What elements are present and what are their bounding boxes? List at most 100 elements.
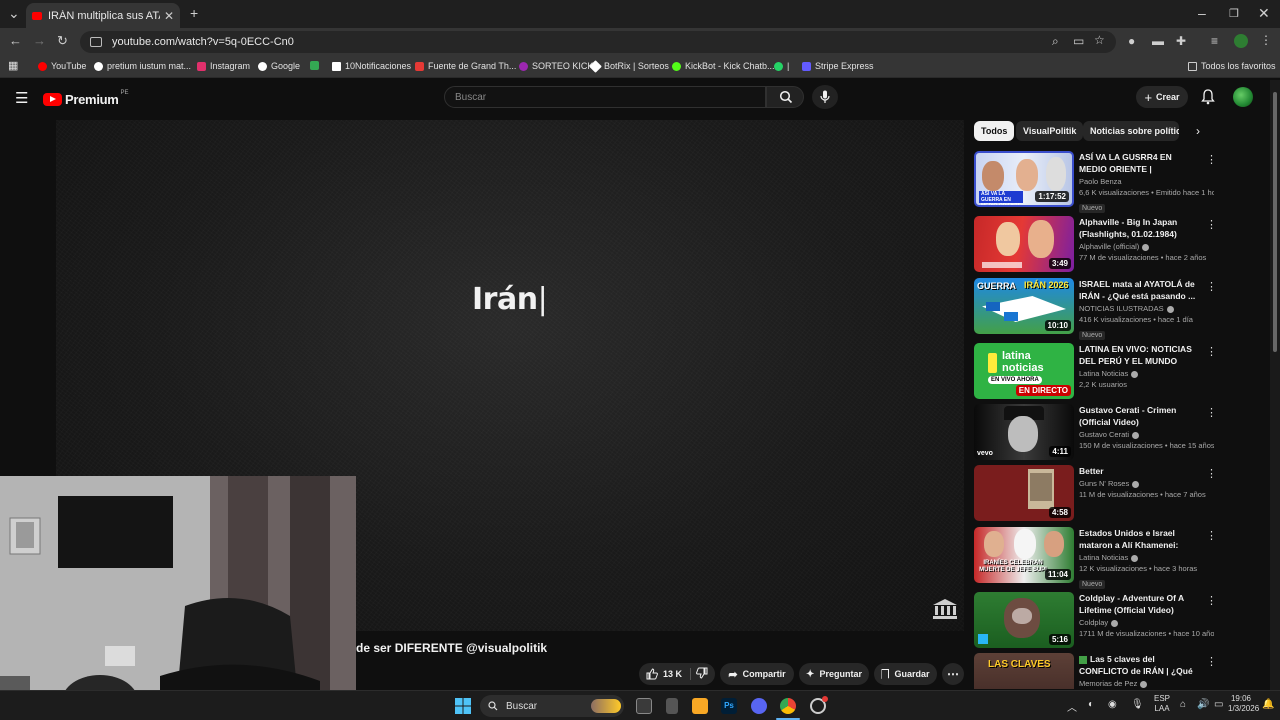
channel-name[interactable]: Memorias de Pez — [1079, 679, 1201, 688]
create-button[interactable]: + Crear — [1136, 86, 1188, 108]
more-options-icon[interactable]: ⋮ — [1206, 345, 1217, 358]
video-thumbnail[interactable]: 4:58 — [974, 465, 1074, 521]
bookmark-star-icon[interactable]: ☆ — [1094, 33, 1105, 47]
video-thumbnail[interactable]: 5:16 — [974, 592, 1074, 648]
account-avatar[interactable] — [1233, 87, 1253, 107]
app-icon[interactable] — [666, 698, 678, 714]
channel-name[interactable]: Alphaville (official) — [1079, 242, 1201, 251]
video-thumbnail[interactable]: vevo 4:11 — [974, 404, 1074, 460]
more-options-icon[interactable]: ⋮ — [1206, 406, 1217, 419]
recommendation-item[interactable]: latina noticias EN VIVO AHORA EN DIRECTO … — [974, 343, 1270, 401]
recommendation-item[interactable]: 3:49 Alphaville - Big In Japan (Flashlig… — [974, 216, 1270, 274]
channel-name[interactable]: Gustavo Cerati — [1079, 430, 1201, 439]
site-info-icon[interactable] — [90, 37, 102, 47]
bookmark-item[interactable]: SORTEO KICK — [519, 61, 593, 71]
new-tab-icon[interactable]: + — [190, 5, 198, 21]
bookmark-item[interactable]: 10Notificaciones — [332, 61, 411, 71]
zoom-icon[interactable]: ⌕ — [1052, 34, 1059, 49]
bookmark-item[interactable]: KickBot - Kick Chatb... — [672, 61, 775, 71]
bookmark-item[interactable]: YouTube — [38, 61, 86, 71]
ask-button[interactable]: ✦ Preguntar — [799, 663, 869, 685]
channel-name[interactable]: Guns N' Roses — [1079, 479, 1201, 488]
puzzle-icon[interactable]: ✚ — [1176, 34, 1186, 48]
network-icon[interactable]: ⌂ — [1180, 699, 1186, 710]
recommendation-item[interactable]: vevo 4:11 Gustavo Cerati - Crimen (Offic… — [974, 404, 1270, 462]
save-button[interactable]: Guardar — [874, 663, 937, 685]
cast-icon[interactable]: ▭ — [1073, 34, 1084, 48]
tray-app-icon[interactable]: ◐ — [1088, 699, 1094, 710]
bookmark-item[interactable]: Stripe Express — [802, 61, 874, 71]
video-thumbnail[interactable]: 3:49 — [974, 216, 1074, 272]
recommendation-item[interactable]: 4:58 Better Guns N' Roses 11 M de visual… — [974, 465, 1270, 523]
like-button[interactable]: 13 K — [646, 668, 691, 680]
taskbar-search[interactable]: Buscar — [480, 695, 624, 717]
language-indicator[interactable]: ESP LAA — [1154, 694, 1170, 714]
back-icon[interactable]: ← — [9, 33, 22, 48]
search-input[interactable]: Buscar — [444, 86, 766, 108]
video-thumbnail[interactable]: ASÍ VA LA GUERRA EN MEDIO ORIENTE 1:17:5… — [974, 151, 1074, 207]
tray-app-icon[interactable]: ◉ — [1108, 699, 1117, 710]
more-options-icon[interactable]: ⋮ — [1206, 280, 1217, 293]
channel-name[interactable]: Latina Noticias — [1079, 369, 1201, 378]
windows-start-icon[interactable] — [455, 698, 471, 714]
more-options-icon[interactable]: ⋮ — [1206, 218, 1217, 231]
more-options-icon[interactable]: ⋮ — [1206, 467, 1217, 480]
search-button[interactable] — [766, 86, 804, 108]
discord-icon[interactable] — [751, 698, 767, 714]
more-options-icon[interactable]: ⋮ — [1206, 529, 1217, 542]
file-explorer-icon[interactable] — [692, 698, 708, 714]
video-thumbnail[interactable]: GUERRA IRÁN 2026 10:10 — [974, 278, 1074, 334]
photoshop-icon[interactable]: Ps — [721, 698, 737, 714]
scrollbar-thumb[interactable] — [1273, 92, 1277, 352]
recommendation-item[interactable]: 5:16 Coldplay - Adventure Of A Lifetime … — [974, 592, 1270, 650]
channel-name[interactable]: Latina Noticias — [1079, 553, 1201, 562]
notifications-icon[interactable]: 🔔 — [1262, 699, 1274, 710]
youtube-logo[interactable]: Premium PE — [43, 90, 129, 107]
extension-icon[interactable]: ● — [1128, 34, 1135, 48]
more-options-icon[interactable]: ⋮ — [1206, 594, 1217, 607]
bookmark-item[interactable]: Instagram — [197, 61, 250, 71]
dislike-button[interactable] — [696, 667, 708, 681]
channel-name[interactable]: Coldplay — [1079, 618, 1201, 627]
notifications-bell-icon[interactable] — [1201, 89, 1215, 105]
bookmark-item[interactable]: Google — [258, 61, 300, 71]
battery-icon[interactable]: ▭ — [1214, 699, 1223, 710]
menu-icon[interactable]: ☰ — [15, 89, 28, 107]
share-button[interactable]: ➦ Compartir — [720, 663, 794, 685]
voice-search-button[interactable] — [812, 85, 838, 109]
chevron-right-icon[interactable]: › — [1196, 124, 1200, 138]
chip-visualpolitik[interactable]: VisualPolitik — [1016, 121, 1084, 141]
window-close-icon[interactable]: ✕ — [1258, 5, 1270, 22]
apps-icon[interactable]: ▦ — [8, 59, 18, 72]
minimize-icon[interactable]: – — [1198, 5, 1206, 21]
clock[interactable]: 19:06 1/3/2026 — [1228, 694, 1259, 714]
profile-avatar[interactable] — [1234, 34, 1248, 48]
task-view-icon[interactable] — [636, 698, 652, 714]
bookmark-item[interactable] — [310, 61, 323, 70]
channel-watermark-icon[interactable] — [932, 598, 958, 620]
extension-icon[interactable]: ▬ — [1152, 34, 1164, 48]
page-scrollbar[interactable] — [1270, 80, 1280, 690]
bookmark-item[interactable]: | — [774, 61, 789, 71]
recommendation-item[interactable]: GUERRA IRÁN 2026 10:10 ISRAEL mata al AY… — [974, 278, 1270, 340]
browser-menu-icon[interactable]: ⋮ — [1260, 33, 1272, 47]
close-tab-icon[interactable]: ✕ — [164, 9, 174, 23]
url-bar[interactable]: youtube.com/watch?v=5q-0ECC-Cn0 — [80, 31, 1116, 53]
more-options-icon[interactable]: ⋮ — [1206, 153, 1217, 166]
chip-noticias-politica[interactable]: Noticias sobre política — [1083, 121, 1179, 141]
video-thumbnail[interactable]: LAS CLAVES — [974, 653, 1074, 689]
browser-tab[interactable]: IRÁN multiplica sus ATAQUES, p ✕ — [26, 3, 180, 28]
channel-name[interactable]: NOTICIAS ILUSTRADAS — [1079, 304, 1201, 313]
more-options-icon[interactable]: ⋮ — [1206, 655, 1217, 668]
bookmark-item[interactable]: Fuente de Grand Th... — [415, 61, 516, 71]
bookmark-item[interactable]: BotRix | Sorteos — [589, 59, 669, 73]
channel-name[interactable]: Paolo Benza — [1079, 177, 1201, 186]
forward-icon[interactable]: → — [33, 33, 46, 48]
tab-search-icon[interactable]: ⌄ — [8, 5, 20, 22]
tray-overflow-icon[interactable]: ︿ — [1067, 699, 1077, 714]
restore-icon[interactable]: ❐ — [1229, 7, 1239, 20]
reload-icon[interactable]: ↻ — [57, 33, 68, 49]
video-thumbnail[interactable]: IRANÍES CELEBRAN MUERTE DE JEFE SUPI 11:… — [974, 527, 1074, 583]
microphone-icon[interactable]: 🎙 — [1131, 699, 1144, 710]
reading-list-icon[interactable]: ≡ — [1211, 34, 1218, 48]
